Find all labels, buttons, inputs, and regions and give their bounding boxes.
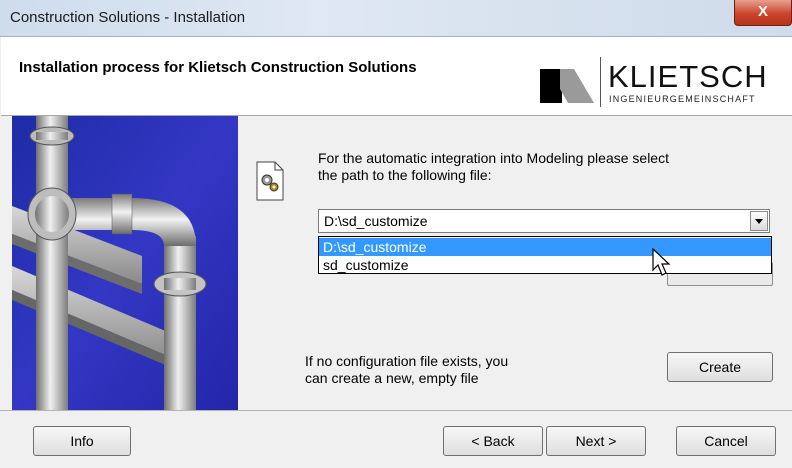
path-combobox-value: D:\sd_customize bbox=[324, 213, 428, 229]
page-title: Installation process for Klietsch Constr… bbox=[19, 59, 417, 76]
chevron-down-icon[interactable] bbox=[750, 211, 768, 231]
window-title: Construction Solutions - Installation bbox=[10, 9, 246, 26]
logo-name: KLIETSCH bbox=[608, 59, 768, 94]
path-prompt-line2: the path to the following file: bbox=[318, 167, 492, 183]
config-file-icon bbox=[256, 161, 284, 201]
no-config-line2: can create a new, empty file bbox=[305, 370, 479, 386]
mouse-cursor-icon bbox=[652, 248, 671, 276]
no-config-line1: If no configuration file exists, you bbox=[305, 353, 509, 369]
back-button[interactable]: < Back bbox=[443, 426, 543, 456]
pipe-illustration bbox=[12, 116, 238, 410]
path-dropdown-list[interactable]: D:\sd_customize sd_customize bbox=[318, 236, 772, 274]
create-button[interactable]: Create bbox=[667, 352, 773, 382]
title-bar[interactable]: Construction Solutions - Installation X bbox=[0, 0, 792, 37]
logo-divider bbox=[600, 57, 601, 107]
logo-subtitle: INGENIEURGEMEINSCHAFT bbox=[609, 94, 756, 104]
next-button[interactable]: Next > bbox=[546, 426, 646, 456]
footer-divider bbox=[0, 410, 792, 411]
cancel-button[interactable]: Cancel bbox=[676, 426, 776, 456]
header-panel: Installation process for Klietsch Constr… bbox=[1, 37, 792, 116]
info-button[interactable]: Info bbox=[33, 426, 131, 456]
logo-mark-icon bbox=[560, 69, 594, 103]
dropdown-option-selected[interactable]: D:\sd_customize bbox=[319, 238, 771, 256]
path-prompt: For the automatic integration into Model… bbox=[318, 150, 718, 184]
company-logo: KLIETSCH INGENIEURGEMEINSCHAFT bbox=[536, 55, 792, 111]
close-button[interactable]: X bbox=[734, 0, 792, 26]
path-combobox[interactable]: D:\sd_customize bbox=[318, 209, 770, 233]
logo-mark-block bbox=[540, 69, 562, 103]
path-prompt-line1: For the automatic integration into Model… bbox=[318, 150, 669, 166]
dropdown-option[interactable]: sd_customize bbox=[319, 256, 771, 274]
no-config-hint: If no configuration file exists, you can… bbox=[305, 353, 605, 387]
